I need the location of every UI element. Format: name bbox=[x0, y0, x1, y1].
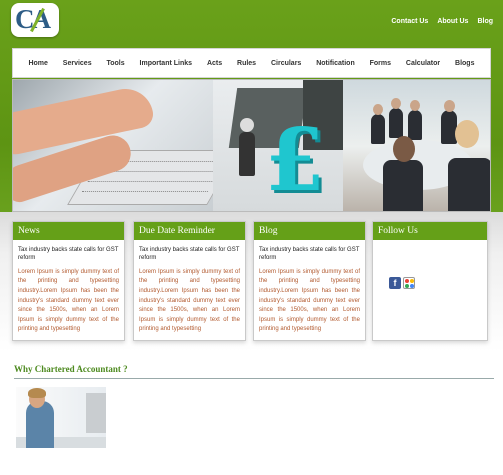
why-ca-heading: Why Chartered Accountant ? bbox=[14, 364, 128, 374]
monitor-illustration bbox=[86, 393, 106, 433]
nav-item-notification[interactable]: Notification bbox=[316, 60, 355, 67]
nav-item-blogs[interactable]: Blogs bbox=[455, 60, 474, 67]
follow-us-box: Follow Us f bbox=[372, 221, 488, 341]
meeting-person bbox=[371, 114, 385, 144]
meeting-person bbox=[389, 108, 403, 138]
banner-meeting-image bbox=[343, 80, 490, 211]
social-icons: f bbox=[389, 277, 415, 289]
due-date-heading: Due Date Reminder bbox=[134, 222, 245, 240]
blog-heading: Blog bbox=[254, 222, 365, 240]
meeting-person bbox=[408, 110, 422, 140]
banner-currency-image: £ bbox=[213, 80, 343, 211]
section-divider bbox=[14, 378, 494, 379]
meeting-person bbox=[441, 110, 457, 144]
blog-box: Blog Tax industry backs state calls for … bbox=[253, 221, 366, 341]
google-plus-icon[interactable] bbox=[403, 277, 415, 289]
top-link-contact-us[interactable]: Contact Us bbox=[391, 18, 428, 25]
meeting-person-head bbox=[393, 136, 415, 162]
meeting-person-head bbox=[455, 120, 479, 148]
blog-title-link[interactable]: Tax industry backs state calls for GST r… bbox=[254, 240, 365, 263]
nav-item-calculator[interactable]: Calculator bbox=[406, 60, 440, 67]
news-title-link[interactable]: Tax industry backs state calls for GST r… bbox=[13, 240, 124, 263]
news-box: News Tax industry backs state calls for … bbox=[12, 221, 125, 341]
top-link-about-us[interactable]: About Us bbox=[437, 18, 468, 25]
businessman-figure bbox=[239, 118, 255, 176]
meeting-person-head bbox=[444, 100, 455, 112]
meeting-person bbox=[383, 160, 423, 211]
nav-item-acts[interactable]: Acts bbox=[207, 60, 222, 67]
site-logo[interactable]: CA bbox=[11, 3, 59, 37]
facebook-icon[interactable]: f bbox=[389, 277, 401, 289]
nav-item-important-links[interactable]: Important Links bbox=[140, 60, 193, 67]
accountant-figure bbox=[26, 401, 54, 448]
due-date-reminder-box: Due Date Reminder Tax industry backs sta… bbox=[133, 221, 246, 341]
main-navigation: Home Services Tools Important Links Acts… bbox=[12, 48, 491, 78]
news-body: Lorem Ipsum is simply dummy text of the … bbox=[18, 268, 119, 333]
top-link-blog[interactable]: Blog bbox=[477, 18, 493, 25]
due-date-body: Lorem Ipsum is simply dummy text of the … bbox=[139, 268, 240, 333]
nav-item-circulars[interactable]: Circulars bbox=[271, 60, 301, 67]
nav-item-services[interactable]: Services bbox=[63, 60, 92, 67]
news-heading: News bbox=[13, 222, 124, 240]
meeting-person-head bbox=[373, 104, 383, 115]
nav-item-rules[interactable]: Rules bbox=[237, 60, 256, 67]
hero-banner: £ bbox=[12, 79, 491, 212]
follow-us-heading: Follow Us bbox=[373, 222, 487, 240]
accountant-hair bbox=[28, 388, 46, 398]
accountant-image bbox=[16, 387, 106, 448]
nav-item-tools[interactable]: Tools bbox=[106, 60, 124, 67]
nav-item-forms[interactable]: Forms bbox=[370, 60, 391, 67]
due-date-title-link[interactable]: Tax industry backs state calls for GST r… bbox=[134, 240, 245, 263]
meeting-person bbox=[448, 158, 490, 211]
pound-symbol: £ bbox=[265, 110, 325, 211]
blog-body: Lorem Ipsum is simply dummy text of the … bbox=[259, 268, 360, 333]
meeting-person-head bbox=[391, 98, 401, 109]
meeting-person-head bbox=[410, 100, 420, 111]
banner-typing-image bbox=[13, 80, 239, 211]
top-links: Contact Us About Us Blog bbox=[391, 18, 493, 25]
nav-item-home[interactable]: Home bbox=[28, 60, 47, 67]
